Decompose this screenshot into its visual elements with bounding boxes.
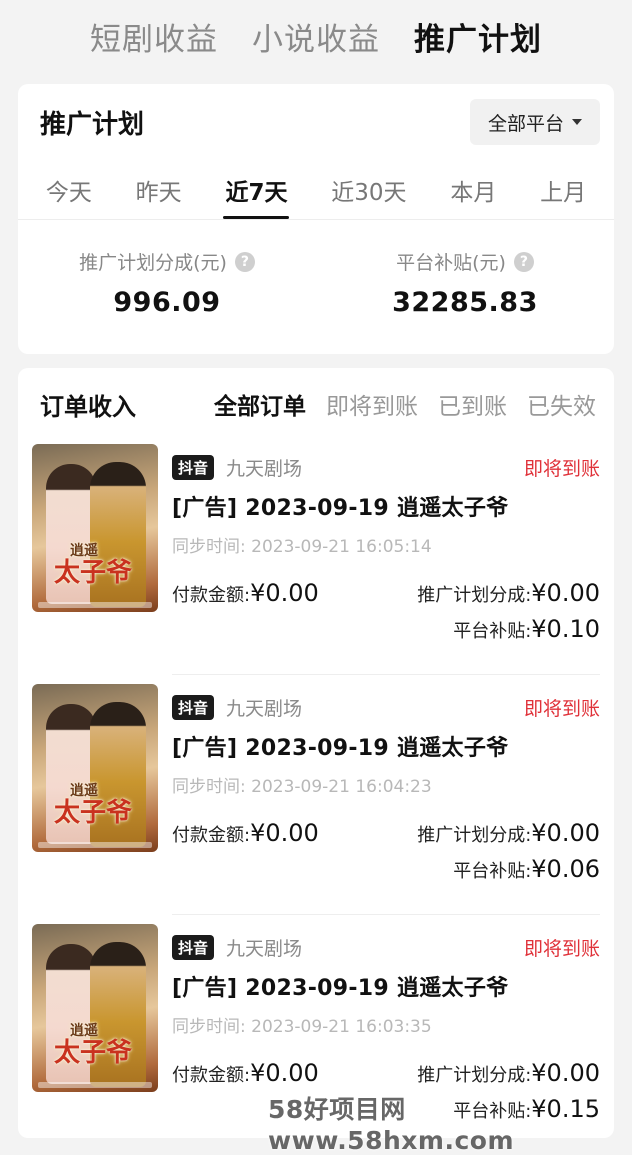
poster-title: 逍遥 太子爷 <box>54 544 132 586</box>
channel-name: 九天剧场 <box>226 697 303 720</box>
order-title: [广告] 2023-09-19 逍遥太子爷 <box>172 736 509 761</box>
subsidy-value: ¥0.10 <box>531 615 600 643</box>
tab-novel-earnings[interactable]: 小说收益 <box>252 14 380 59</box>
plan-share-value: ¥0.00 <box>531 579 600 607</box>
filter-received[interactable]: 已到账 <box>438 387 507 421</box>
range-tab-yesterday[interactable]: 昨天 <box>132 160 186 219</box>
poster-title: 逍遥 太子爷 <box>54 784 132 826</box>
drama-poster-image: 逍遥 太子爷 <box>32 684 158 852</box>
channel-name: 九天剧场 <box>226 937 303 960</box>
order-title: [广告] 2023-09-19 逍遥太子爷 <box>172 976 509 1001</box>
drama-poster-image: 逍遥 太子爷 <box>32 924 158 1092</box>
range-tab-today[interactable]: 今天 <box>42 160 96 219</box>
order-item[interactable]: 逍遥 太子爷 抖音 九天剧场 即将到账 [广告] 2023-09-19 逍遥太子… <box>18 674 614 920</box>
stat-plan-share: 推广计划分成(元) ? 996.09 <box>18 220 316 350</box>
plan-header: 推广计划 全部平台 <box>18 84 614 160</box>
subsidy-label: 平台补贴: <box>453 621 532 642</box>
pay-amount-label: 付款金额: <box>172 585 251 606</box>
stat-plan-share-value: 996.09 <box>113 287 221 318</box>
sync-time-row: 同步时间: 2023-09-21 16:04:23 <box>172 772 600 797</box>
poster-title-small: 逍遥 <box>70 1023 98 1039</box>
plan-title: 推广计划 <box>40 109 145 140</box>
platform-badge: 抖音 <box>172 694 215 720</box>
sync-time-label: 同步时间: <box>172 537 246 557</box>
sync-time-value: 2023-09-21 16:04:23 <box>251 777 432 797</box>
pay-amount-label: 付款金额: <box>172 1065 251 1086</box>
platform-badge: 抖音 <box>172 934 215 960</box>
filter-expired[interactable]: 已失效 <box>527 387 596 421</box>
amount-row: 付款金额:¥0.00 推广计划分成:¥0.00 <box>172 579 600 607</box>
sync-time-value: 2023-09-21 16:03:35 <box>251 1017 432 1037</box>
tab-short-drama-earnings[interactable]: 短剧收益 <box>90 14 218 59</box>
promotion-plan-card: 推广计划 全部平台 今天 昨天 近7天 近30天 本月 上月 推广计划分成(元)… <box>18 84 614 354</box>
range-tab-last-month[interactable]: 上月 <box>536 160 590 219</box>
subsidy-row: 平台补贴: ¥0.06 <box>172 855 600 883</box>
poster-title-main: 太子爷 <box>54 558 133 588</box>
poster-title-small: 逍遥 <box>70 783 98 799</box>
platform-badge: 抖音 <box>172 454 215 480</box>
channel-name: 九天剧场 <box>226 457 303 480</box>
order-filter-tabs: 全部订单 即将到账 已到账 已失效 <box>214 387 596 421</box>
order-item[interactable]: 逍遥 太子爷 抖音 九天剧场 即将到账 [广告] 2023-09-19 逍遥太子… <box>18 440 614 680</box>
stats-row: 推广计划分成(元) ? 996.09 平台补贴(元) ? 32285.83 <box>18 220 614 350</box>
poster-title-main: 太子爷 <box>54 1038 133 1068</box>
platform-filter-label: 全部平台 <box>487 112 564 135</box>
range-tab-this-month[interactable]: 本月 <box>446 160 500 219</box>
poster-title-main: 太子爷 <box>54 798 133 828</box>
stat-platform-subsidy-label: 平台补贴(元) ? <box>396 248 534 275</box>
stat-platform-subsidy: 平台补贴(元) ? 32285.83 <box>316 220 614 350</box>
pay-amount-value: ¥0.00 <box>250 819 319 847</box>
sync-time-label: 同步时间: <box>172 777 246 797</box>
amount-row: 付款金额:¥0.00 推广计划分成:¥0.00 <box>172 819 600 847</box>
stat-plan-share-label: 推广计划分成(元) ? <box>79 248 255 275</box>
drama-poster-image: 逍遥 太子爷 <box>32 444 158 612</box>
sync-time-row: 同步时间: 2023-09-21 16:03:35 <box>172 1012 600 1037</box>
help-icon[interactable]: ? <box>234 251 255 272</box>
pay-amount-value: ¥0.00 <box>250 1059 319 1087</box>
plan-share-label: 推广计划分成: <box>417 585 532 606</box>
subsidy-row: 平台补贴: ¥0.10 <box>172 615 600 643</box>
poster-title-small: 逍遥 <box>70 543 98 559</box>
filter-all-orders[interactable]: 全部订单 <box>214 387 306 421</box>
order-info: 抖音 九天剧场 即将到账 [广告] 2023-09-19 逍遥太子爷 同步时间:… <box>172 444 600 680</box>
pay-amount-value: ¥0.00 <box>250 579 319 607</box>
tab-promotion-plan[interactable]: 推广计划 <box>414 14 542 59</box>
caret-down-icon <box>572 119 582 125</box>
subsidy-value: ¥0.06 <box>531 855 600 883</box>
platform-filter-dropdown[interactable]: 全部平台 <box>469 99 600 145</box>
order-income-card: 订单收入 全部订单 即将到账 已到账 已失效 逍遥 太子爷 抖音 九天剧场 即将… <box>18 368 614 1138</box>
pay-amount-label: 付款金额: <box>172 825 251 846</box>
stat-platform-subsidy-label-text: 平台补贴(元) <box>396 252 506 274</box>
orders-title: 订单收入 <box>40 392 136 421</box>
subsidy-label: 平台补贴: <box>453 861 532 882</box>
plan-share-label: 推广计划分成: <box>417 825 532 846</box>
sync-time-value: 2023-09-21 16:05:14 <box>251 537 432 557</box>
plan-share-label: 推广计划分成: <box>417 1065 532 1086</box>
status-badge: 即将到账 <box>523 697 600 720</box>
stat-plan-share-label-text: 推广计划分成(元) <box>79 252 227 274</box>
date-range-tabs: 今天 昨天 近7天 近30天 本月 上月 <box>18 160 614 220</box>
order-info: 抖音 九天剧场 即将到账 [广告] 2023-09-19 逍遥太子爷 同步时间:… <box>172 684 600 920</box>
top-tab-bar: 短剧收益 小说收益 推广计划 <box>0 0 632 72</box>
plan-share-value: ¥0.00 <box>531 1059 600 1087</box>
watermark: 58好项目网www.58hxm.com <box>268 1095 514 1155</box>
poster-title: 逍遥 太子爷 <box>54 1024 132 1066</box>
range-tab-last-7-days[interactable]: 近7天 <box>221 160 291 219</box>
range-tab-last-30-days[interactable]: 近30天 <box>327 160 410 219</box>
filter-pending[interactable]: 即将到账 <box>326 387 418 421</box>
status-badge: 即将到账 <box>523 457 600 480</box>
plan-share-value: ¥0.00 <box>531 819 600 847</box>
sync-time-row: 同步时间: 2023-09-21 16:05:14 <box>172 532 600 557</box>
orders-header: 订单收入 全部订单 即将到账 已到账 已失效 <box>18 368 614 440</box>
status-badge: 即将到账 <box>523 937 600 960</box>
help-icon[interactable]: ? <box>513 251 534 272</box>
order-title: [广告] 2023-09-19 逍遥太子爷 <box>172 496 509 521</box>
stat-platform-subsidy-value: 32285.83 <box>392 287 538 318</box>
sync-time-label: 同步时间: <box>172 1017 246 1037</box>
amount-row: 付款金额:¥0.00 推广计划分成:¥0.00 <box>172 1059 600 1087</box>
